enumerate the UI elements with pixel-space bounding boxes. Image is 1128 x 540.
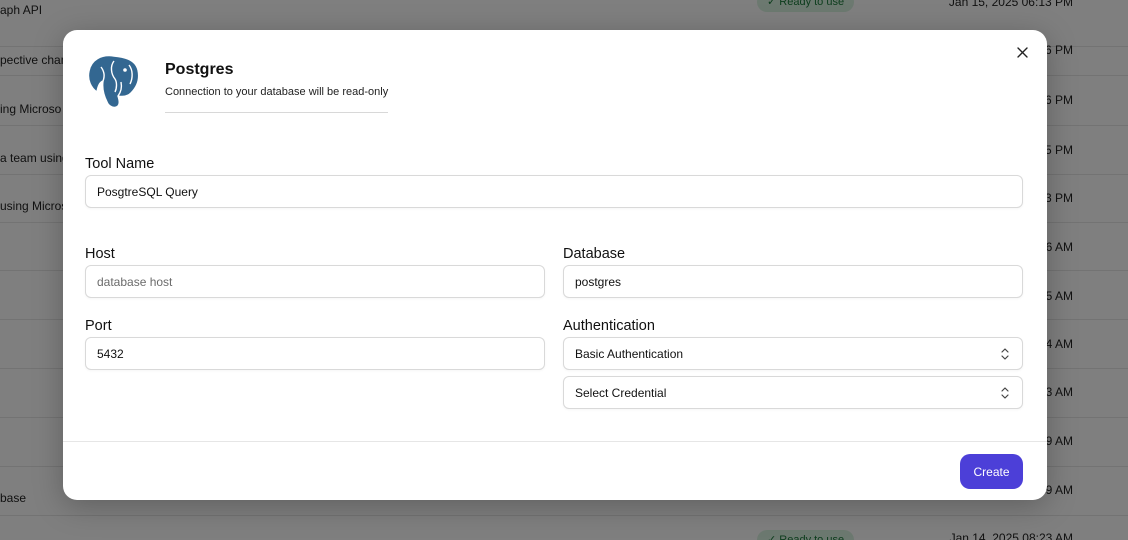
credential-selected-value: Select Credential: [575, 385, 667, 400]
authentication-label: Authentication: [563, 318, 655, 334]
credential-select[interactable]: Select Credential: [563, 376, 1023, 409]
host-label: Host: [85, 246, 115, 262]
tool-name-input[interactable]: [85, 175, 1023, 208]
database-input[interactable]: [563, 265, 1023, 298]
chevron-up-down-icon: [1001, 348, 1009, 360]
authentication-select[interactable]: Basic Authentication: [563, 337, 1023, 370]
dialog-subtitle: Connection to your database will be read…: [165, 86, 389, 98]
create-button[interactable]: Create: [960, 454, 1023, 489]
postgres-elephant-icon: [87, 54, 140, 109]
port-label: Port: [85, 318, 112, 334]
chevron-up-down-icon: [1001, 387, 1009, 399]
dialog-title: Postgres: [165, 61, 234, 78]
postgres-connection-dialog: Postgres Connection to your database wil…: [63, 30, 1047, 500]
footer-divider: [63, 441, 1047, 442]
close-icon: [1016, 46, 1028, 58]
tool-name-label: Tool Name: [85, 156, 155, 172]
database-label: Database: [563, 246, 626, 262]
host-input[interactable]: [85, 265, 545, 298]
divider: [165, 112, 388, 113]
close-button[interactable]: [1012, 42, 1032, 62]
port-input[interactable]: [85, 337, 545, 370]
authentication-selected-value: Basic Authentication: [575, 346, 684, 361]
